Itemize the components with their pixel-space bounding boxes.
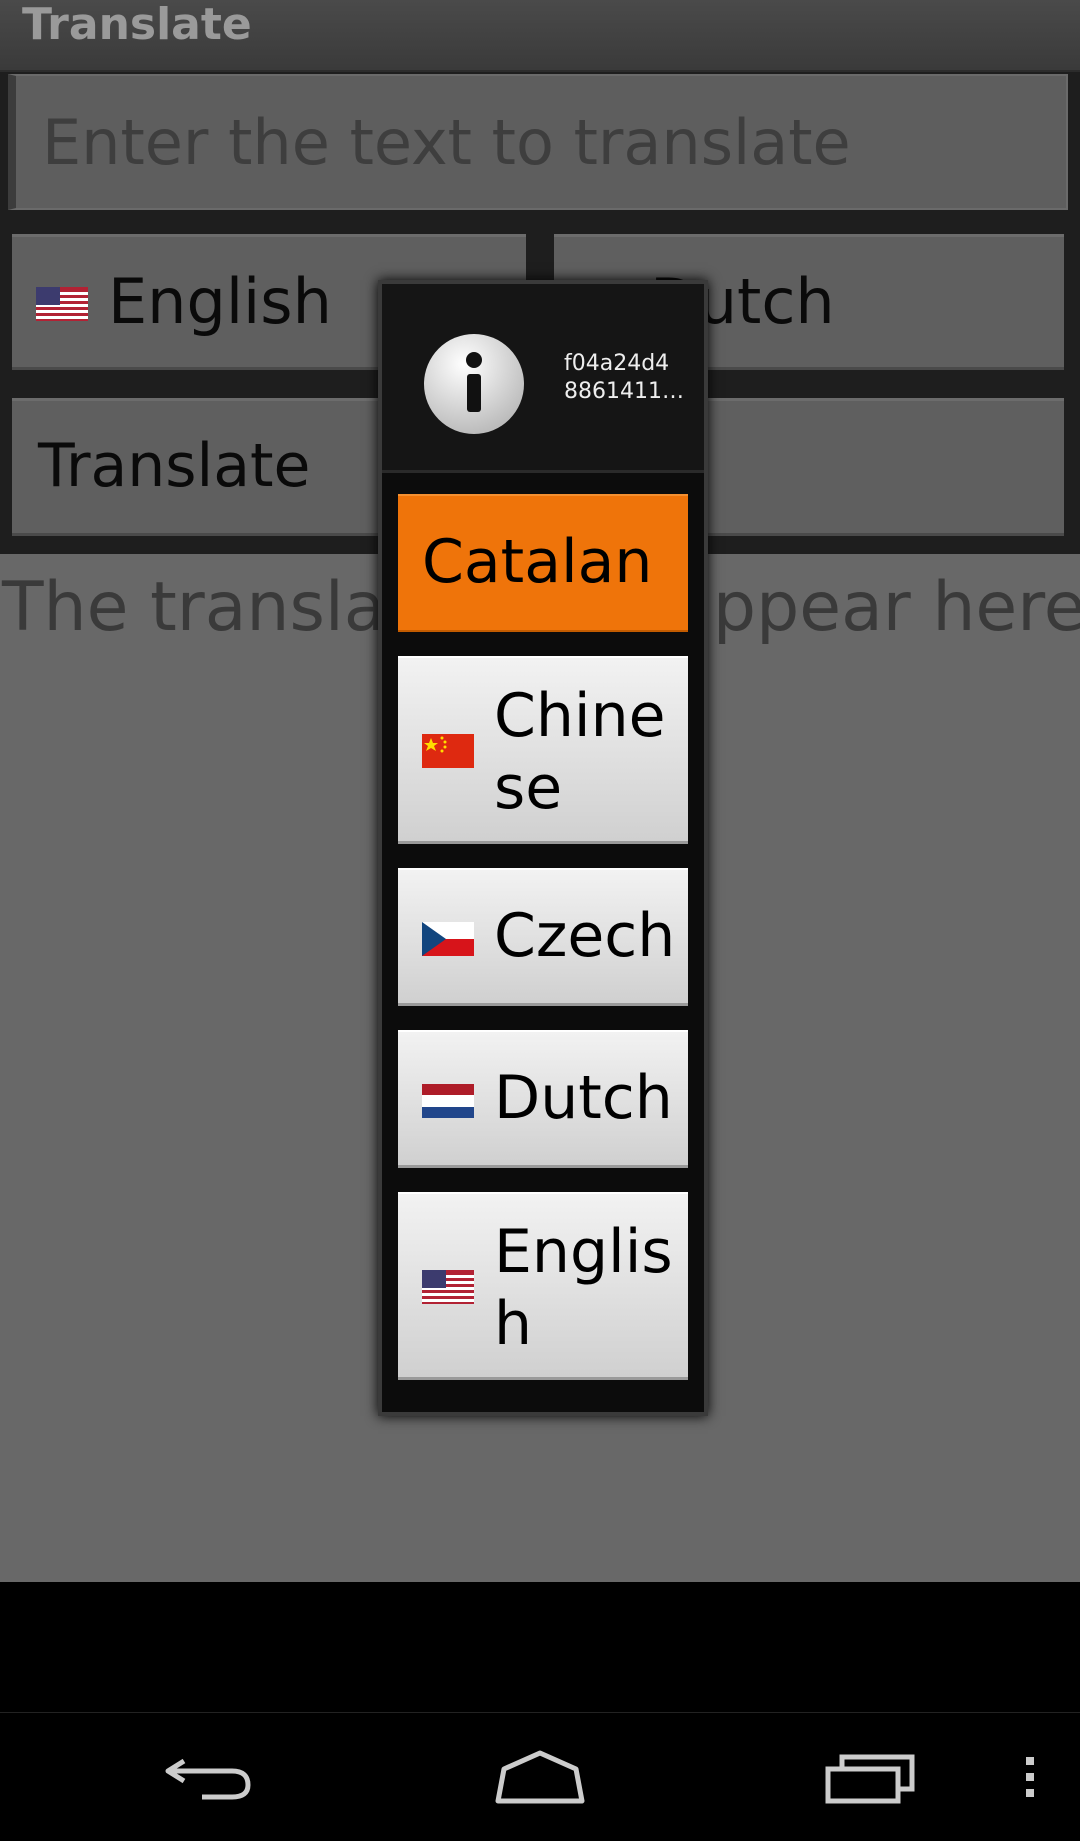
home-button[interactable] bbox=[460, 1713, 620, 1841]
china-flag-icon bbox=[422, 734, 474, 768]
menu-icon bbox=[1026, 1757, 1034, 1797]
back-icon bbox=[165, 1758, 251, 1800]
language-option-english[interactable]: Englis h bbox=[398, 1192, 688, 1380]
language-picker-dialog: f04a24d4 8861411… Catalan Chine se Czech… bbox=[378, 280, 708, 1416]
language-option-czech[interactable]: Czech bbox=[398, 868, 688, 1006]
dialog-id-text: f04a24d4 8861411… bbox=[564, 351, 684, 404]
source-text-input[interactable] bbox=[8, 74, 1068, 210]
czech-flag-icon bbox=[422, 922, 474, 956]
language-option-catalan[interactable]: Catalan bbox=[398, 494, 688, 632]
back-button[interactable] bbox=[130, 1713, 290, 1841]
translate-button-label: Translate bbox=[38, 431, 311, 501]
home-icon bbox=[495, 1750, 585, 1804]
dialog-header: f04a24d4 8861411… bbox=[382, 284, 704, 473]
recent-apps-button[interactable] bbox=[790, 1713, 950, 1841]
app-title: Translate bbox=[22, 0, 252, 50]
recent-apps-icon bbox=[825, 1754, 915, 1804]
language-option-label-wrap: h bbox=[494, 1289, 533, 1359]
info-icon bbox=[424, 334, 524, 434]
language-option-chinese[interactable]: Chine se bbox=[398, 656, 688, 844]
navigation-bar bbox=[0, 1712, 1080, 1841]
menu-button[interactable] bbox=[1000, 1713, 1060, 1841]
language-option-label: Dutch bbox=[494, 1063, 673, 1133]
netherlands-flag-icon bbox=[422, 1084, 474, 1118]
language-option-dutch[interactable]: Dutch bbox=[398, 1030, 688, 1168]
language-option-label: Chine bbox=[494, 681, 666, 751]
language-option-label: Czech bbox=[494, 901, 676, 971]
language-option-label: Englis bbox=[494, 1217, 673, 1287]
language-option-label: Catalan bbox=[422, 527, 653, 597]
source-language-label: English bbox=[108, 265, 332, 338]
language-option-label-wrap: se bbox=[494, 753, 563, 823]
us-flag-icon bbox=[36, 287, 88, 321]
us-flag-icon bbox=[422, 1270, 474, 1304]
title-bar: Translate bbox=[0, 0, 1080, 72]
